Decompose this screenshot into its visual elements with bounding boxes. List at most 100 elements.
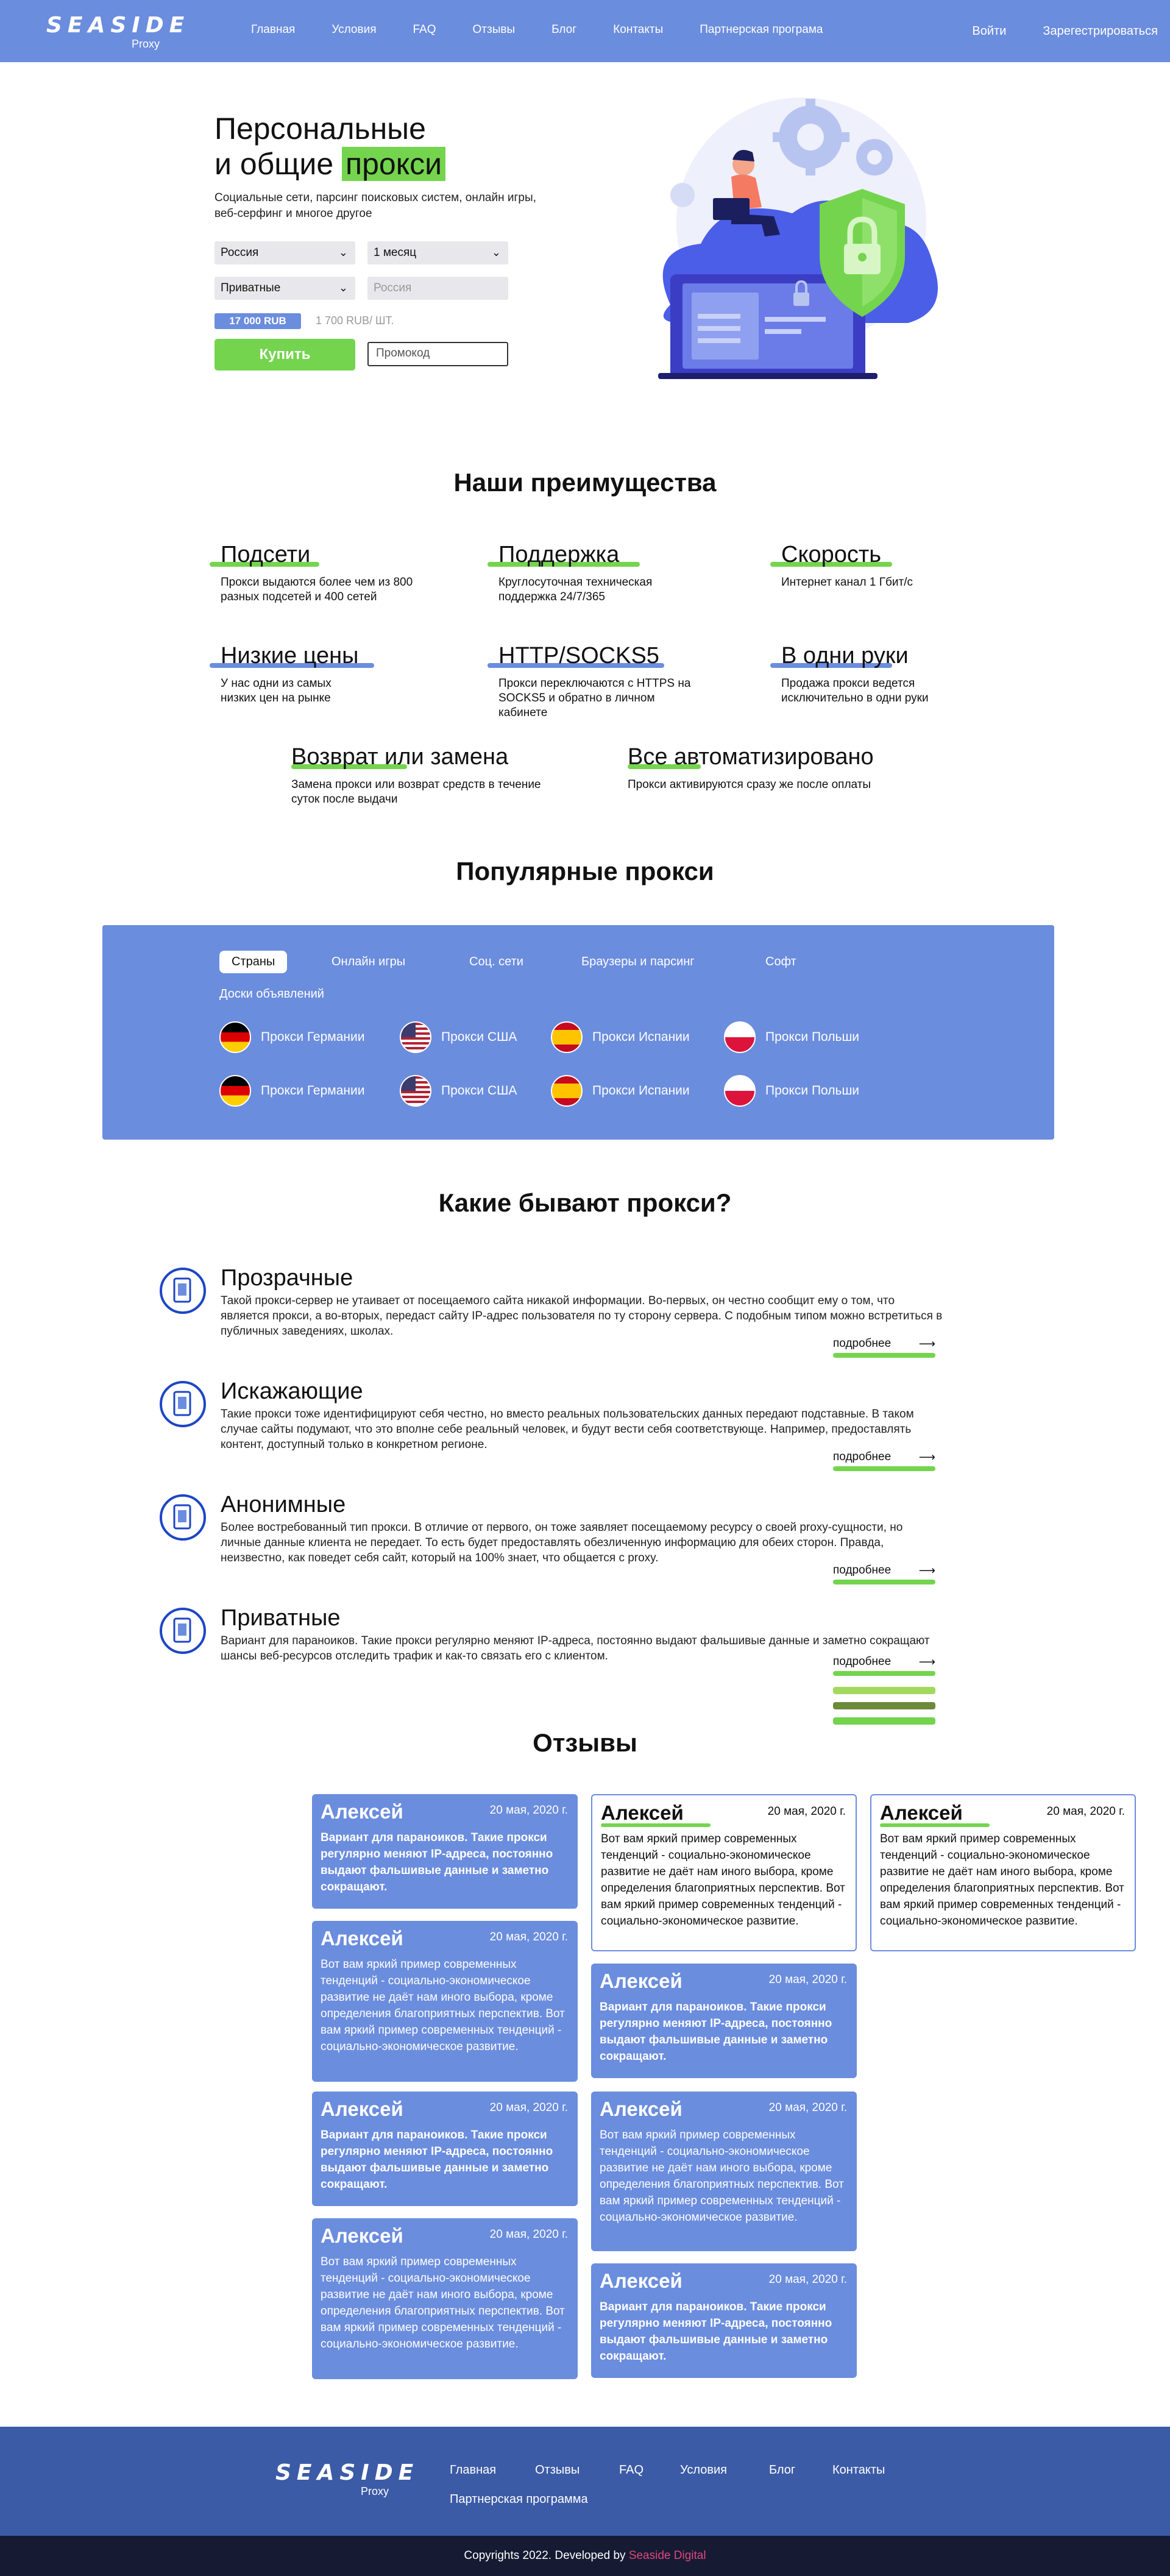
- country-label: Прокси Польши: [765, 1084, 860, 1098]
- more-link[interactable]: подробнее ⟶: [833, 1337, 935, 1358]
- arrow-right-icon: ⟶: [918, 1338, 935, 1350]
- proxy-type-text: Такой прокси-сервер не утаивает от посещ…: [221, 1294, 943, 1338]
- hero-title-highlight: прокси: [342, 147, 446, 181]
- document-icon: [160, 1494, 206, 1541]
- footer-nav-home[interactable]: Главная: [450, 2463, 496, 2477]
- footer-nav-contacts[interactable]: Контакты: [832, 2463, 885, 2477]
- country-link-usa[interactable]: Прокси США: [400, 1021, 517, 1053]
- review-date: 20 мая, 2020 г.: [489, 1931, 568, 1943]
- review-author: Алексей: [600, 2269, 682, 2292]
- buy-button[interactable]: Купить: [214, 339, 355, 371]
- tab-software[interactable]: Софт: [765, 955, 796, 969]
- country-label: Прокси Испании: [592, 1084, 690, 1098]
- developer-link[interactable]: Seaside Digital: [629, 2549, 706, 2562]
- review-author: Алексей: [321, 2224, 403, 2247]
- name-underline: [880, 1823, 990, 1827]
- tab-countries[interactable]: Страны: [219, 951, 288, 973]
- country-label: Прокси США: [441, 1030, 517, 1044]
- hero-title-line2: и общие: [214, 147, 342, 181]
- footer-nav-reviews[interactable]: Отзывы: [535, 2463, 580, 2477]
- review-text: Вариант для параноиков. Такие прокси рег…: [321, 2129, 553, 2191]
- country-link-spain[interactable]: Прокси Испании: [551, 1021, 690, 1053]
- country-link-poland[interactable]: Прокси Польши: [724, 1021, 859, 1053]
- advantage-automation: Все автоматизировано Прокси активируются…: [628, 743, 957, 792]
- logo[interactable]: SEASIDE Proxy: [46, 13, 184, 51]
- review-text: Вот вам яркий пример современных тенденц…: [600, 2129, 844, 2224]
- review-date: 20 мая, 2020 г.: [768, 2101, 847, 2114]
- proxy-type-title: Анонимные: [221, 1492, 346, 1517]
- country-link-usa[interactable]: Прокси США: [400, 1075, 517, 1107]
- arrow-right-icon: ⟶: [918, 1564, 935, 1577]
- more-link[interactable]: подробнее ⟶: [833, 1655, 935, 1676]
- country-label: Прокси Польши: [765, 1030, 860, 1044]
- country-select[interactable]: Россия ⌄: [214, 241, 355, 264]
- advantage-text: У нас одни из самых низких цен на рынке: [221, 677, 332, 704]
- footer-nav-partner[interactable]: Партнерская программа: [450, 2493, 588, 2507]
- more-label: подробнее: [833, 1655, 892, 1668]
- chevron-down-icon: ⌄: [491, 246, 501, 258]
- country-link-spain[interactable]: Прокси Испании: [551, 1075, 690, 1107]
- review-text: Вот вам яркий пример современных тенденц…: [601, 1833, 845, 1928]
- footer-nav-faq[interactable]: FAQ: [619, 2463, 644, 2477]
- advantage-http-socks5: HTTP/SOCKS5 Прокси переключаются с HTTPS…: [488, 642, 700, 720]
- more-underline: [833, 1671, 935, 1676]
- period-select[interactable]: 1 месяц ⌄: [367, 241, 508, 264]
- nav-home[interactable]: Главная: [251, 23, 295, 37]
- tab-classifieds[interactable]: Доски объявлений: [219, 987, 324, 1001]
- nav-faq[interactable]: FAQ: [413, 23, 436, 37]
- type-select[interactable]: Приватные ⌄: [214, 277, 355, 300]
- nav-blog[interactable]: Блог: [551, 23, 576, 37]
- review-text: Вот вам яркий пример современных тенденц…: [321, 2255, 565, 2351]
- more-label: подробнее: [833, 1337, 892, 1350]
- review-text: Вариант для параноиков. Такие прокси рег…: [600, 2001, 832, 2063]
- review-card: Алексей 20 мая, 2020 г. Вот вам яркий пр…: [591, 2092, 857, 2251]
- review-text: Вариант для параноиков. Такие прокси рег…: [321, 1831, 553, 1893]
- footer-nav-terms[interactable]: Условия: [680, 2463, 727, 2477]
- advantage-title: Скорость: [781, 542, 882, 567]
- nav-terms[interactable]: Условия: [332, 23, 376, 37]
- tab-online-games[interactable]: Онлайн игры: [332, 955, 405, 969]
- country-label: Прокси Германии: [261, 1084, 365, 1098]
- country-label: Прокси США: [441, 1084, 517, 1098]
- footer-logo[interactable]: SEASIDE Proxy: [275, 2461, 413, 2499]
- promo-code-input[interactable]: Промокод: [367, 342, 508, 366]
- advantage-text: Прокси активируются сразу же после оплат…: [628, 778, 871, 791]
- proxy-type-private: Приватные Вариант для параноиков. Такие …: [160, 1605, 952, 1736]
- auth-links: Войти Зарегестрироваться: [935, 24, 1158, 38]
- usa-flag-icon: [400, 1021, 431, 1053]
- country-link-germany[interactable]: Прокси Германии: [219, 1075, 364, 1107]
- more-link[interactable]: подробнее ⟶: [833, 1450, 935, 1471]
- country-link-germany[interactable]: Прокси Германии: [219, 1021, 364, 1053]
- review-card: Алексей 20 мая, 2020 г. Вариант для пара…: [312, 2092, 578, 2206]
- proxy-type-title: Искажающие: [221, 1378, 363, 1404]
- document-icon: [160, 1608, 206, 1654]
- proxy-type-transparent: Прозрачные Такой прокси-сервер не утаива…: [160, 1265, 952, 1359]
- country-link-poland[interactable]: Прокси Польши: [724, 1075, 859, 1107]
- tab-social-networks[interactable]: Соц. сети: [469, 955, 523, 969]
- advantage-title: Все автоматизировано: [628, 744, 874, 770]
- arrow-right-icon: ⟶: [918, 1451, 935, 1464]
- tab-browsers-parsing[interactable]: Браузеры и парсинг: [581, 955, 695, 969]
- review-text: Вариант для параноиков. Такие прокси рег…: [600, 2301, 832, 2363]
- advantage-title: Возврат или замена: [291, 744, 509, 770]
- advantage-subnets: Подсети Прокси выдаются более чем из 800…: [210, 541, 440, 605]
- country-input[interactable]: Россия: [367, 277, 508, 300]
- proxy-types-title: Какие бывают прокси?: [438, 1188, 732, 1217]
- login-link[interactable]: Войти: [972, 24, 1006, 38]
- more-link[interactable]: подробнее ⟶: [833, 1564, 935, 1584]
- popular-proxies-panel: Страны Онлайн игры Соц. сети Браузеры и …: [102, 925, 1054, 1140]
- proxy-type-title: Приватные: [221, 1605, 341, 1631]
- nav-partner[interactable]: Партнерская програма: [700, 23, 823, 37]
- review-card: Алексей 20 мая, 2020 г. Вариант для пара…: [591, 1964, 857, 2078]
- advantages-title: Наши преимущества: [453, 468, 717, 497]
- register-link[interactable]: Зарегестрироваться: [1043, 24, 1158, 38]
- footer-nav-blog[interactable]: Блог: [769, 2463, 795, 2477]
- advantage-text: Продажа прокси ведется исключительно в о…: [781, 677, 929, 704]
- arrow-right-icon: ⟶: [918, 1656, 935, 1669]
- review-text: Вот вам яркий пример современных тенденц…: [880, 1833, 1124, 1928]
- nav-contacts[interactable]: Контакты: [613, 23, 663, 37]
- advantage-text: Прокси выдаются более чем из 800 разных …: [221, 576, 413, 603]
- review-card: Алексей 20 мая, 2020 г. Вот вам яркий пр…: [870, 1794, 1136, 1951]
- nav-reviews[interactable]: Отзывы: [473, 23, 516, 37]
- review-card: Алексей 20 мая, 2020 г. Вот вам яркий пр…: [312, 1921, 578, 2082]
